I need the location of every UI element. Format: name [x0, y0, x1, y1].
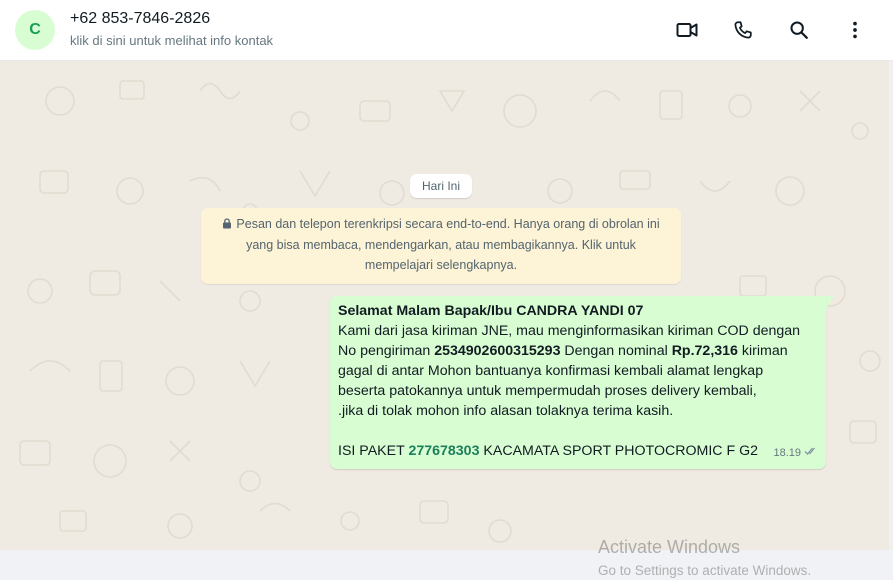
contact-avatar[interactable]: C [15, 10, 55, 50]
message-text: KACAMATA SPORT PHOTOCROMIC F G2 [479, 443, 759, 459]
message-line: .jika di tolak mohon info alasan tolakny… [338, 403, 674, 419]
activate-windows-subtitle: Go to Settings to activate Windows. [598, 563, 812, 578]
video-call-icon[interactable] [674, 17, 700, 43]
message-text: No pengiriman [338, 343, 435, 359]
encryption-notice-line-3: mempelajari selengkapnya. [364, 258, 518, 272]
message-text: ISI PAKET [338, 443, 409, 459]
message-meta: 18.19 [773, 443, 818, 463]
bubble-tail [826, 296, 834, 309]
message-line: gagal di antar Mohon bantuanya konfirmas… [338, 363, 764, 379]
contact-name[interactable]: +62 853-7846-2826 [70, 10, 210, 28]
date-separator: Hari Ini [410, 174, 472, 198]
message-line: ISI PAKET 277678303 KACAMATA SPORT PHOTO… [338, 441, 818, 461]
activate-windows-title: Activate Windows [598, 537, 741, 557]
chat-scrollbar[interactable] [889, 61, 893, 550]
chat-header[interactable]: C +62 853-7846-2826 klik di sini untuk m… [0, 0, 893, 61]
lock-icon [222, 215, 232, 235]
tracking-number: 2534902600315293 [434, 343, 561, 359]
message-time: 18.19 [773, 447, 801, 459]
message-line: beserta patokannya untuk mempermudah pro… [338, 383, 757, 399]
more-options-icon[interactable] [842, 17, 868, 43]
outgoing-message-bubble[interactable]: Selamat Malam Bapak/Ibu CANDRA YANDI 07 … [330, 296, 826, 469]
message-line: Kami dari jasa kiriman JNE, mau menginfo… [338, 323, 801, 339]
double-check-icon [804, 443, 818, 463]
message-line: No pengiriman 2534902600315293 Dengan no… [338, 341, 818, 361]
cod-amount: Rp.72,316 [671, 343, 738, 359]
contact-info-hint[interactable]: klik di sini untuk melihat info kontak [70, 33, 273, 48]
message-text: Dengan nominal [560, 343, 672, 359]
encryption-notice-line-2: yang bisa membaca, mendengarkan, atau me… [246, 238, 636, 252]
message-greeting: Selamat Malam Bapak/Ibu CANDRA YANDI 07 [338, 303, 644, 319]
encryption-notice-line-1: Pesan dan telepon terenkripsi secara end… [236, 217, 660, 231]
search-icon[interactable] [786, 17, 812, 43]
message-text: kiriman [737, 343, 788, 359]
message-blank-line [338, 421, 818, 441]
package-number-link[interactable]: 277678303 [408, 443, 479, 459]
voice-call-icon[interactable] [730, 17, 756, 43]
encryption-notice[interactable]: Pesan dan telepon terenkripsi secara end… [201, 208, 681, 284]
